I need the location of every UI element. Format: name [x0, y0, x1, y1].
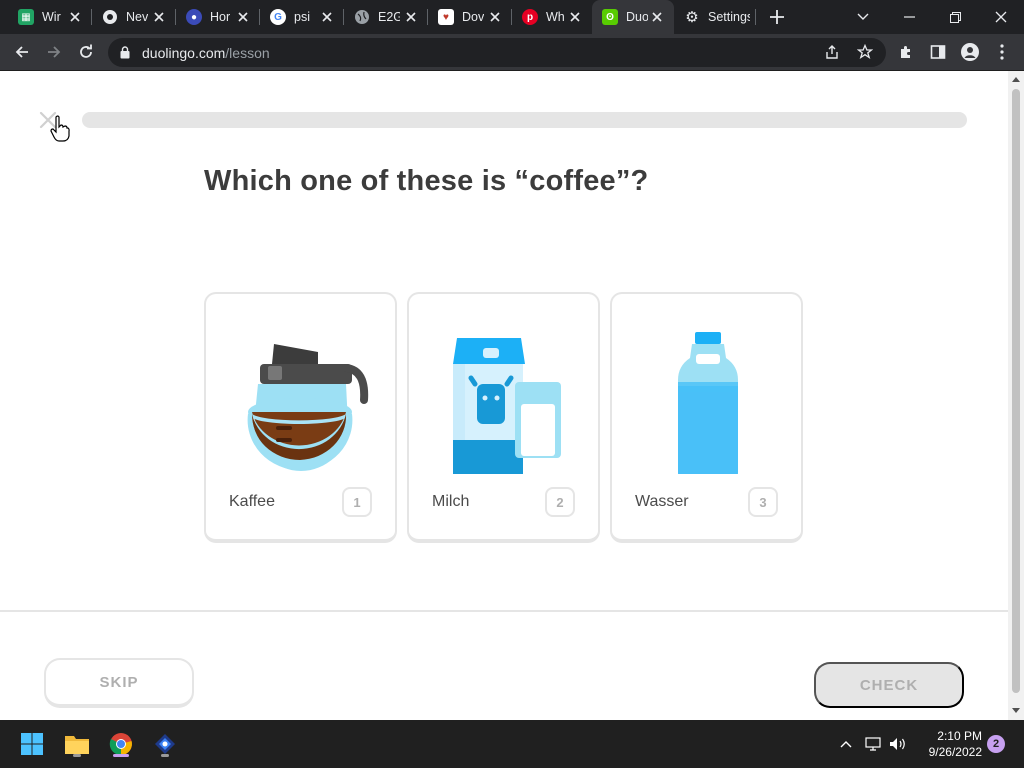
profile-avatar[interactable] — [958, 40, 982, 64]
choice-word: Milch — [432, 493, 470, 510]
clock-date: 9/26/2022 — [928, 745, 982, 759]
windows-taskbar: 2:10 PM 9/26/2022 2 — [0, 720, 1024, 768]
tab-0[interactable]: ▦ Wir — [8, 0, 92, 34]
google-icon: G — [270, 9, 286, 25]
lesson-page: Which one of these is “coffee”? Kaffee 1 — [0, 71, 1008, 720]
tab-title: Wh — [546, 10, 565, 24]
back-button[interactable] — [10, 40, 34, 64]
check-button[interactable]: CHECK — [814, 662, 964, 708]
forward-button[interactable] — [42, 40, 66, 64]
close-tab-icon[interactable] — [320, 10, 334, 24]
sheets-icon: ▦ — [18, 9, 34, 25]
choice-card-wasser[interactable]: Wasser 3 — [610, 292, 803, 543]
tab-title: Wir — [42, 10, 61, 24]
page-scrollbar[interactable] — [1008, 71, 1024, 720]
file-explorer-icon[interactable] — [61, 728, 93, 760]
coffee-pot-image — [206, 324, 395, 474]
globe-icon — [354, 9, 370, 25]
chrome-icon — [102, 9, 118, 25]
clock-time: 2:10 PM — [937, 729, 982, 743]
site-icon: ♥ — [438, 9, 454, 25]
lesson-progress-bar — [82, 112, 967, 128]
choice-word: Wasser — [635, 493, 689, 510]
tab-8[interactable]: ⚙ Settings — [674, 0, 756, 34]
address-bar[interactable]: duolingo.com/lesson — [108, 38, 886, 67]
volume-icon[interactable] — [888, 734, 908, 754]
close-tab-icon[interactable] — [68, 10, 82, 24]
browser-tab-strip: ▦ Wir Nev ● Hor G psi E2G ♥ Dov p Wh ʘ D… — [0, 0, 1024, 34]
app-taskbar-icon[interactable] — [149, 728, 181, 760]
scroll-down-arrow-icon[interactable] — [1012, 708, 1020, 713]
close-tab-icon[interactable] — [488, 10, 502, 24]
network-icon[interactable] — [864, 734, 882, 754]
close-tab-icon[interactable] — [404, 10, 418, 24]
side-panel-icon[interactable] — [926, 40, 950, 64]
footer-divider — [0, 610, 1008, 612]
chrome-taskbar-icon[interactable] — [105, 728, 137, 760]
gear-icon: ⚙ — [685, 9, 699, 26]
close-tab-icon[interactable] — [568, 10, 582, 24]
choice-shortcut-number: 1 — [342, 487, 372, 517]
site-icon: ● — [186, 9, 202, 25]
notification-badge[interactable]: 2 — [987, 735, 1005, 753]
minimize-button[interactable] — [886, 0, 932, 34]
close-window-button[interactable] — [978, 0, 1024, 34]
close-tab-icon[interactable] — [152, 10, 166, 24]
taskbar-indicator — [113, 754, 129, 757]
hand-cursor-icon — [50, 115, 70, 143]
tab-title: Settings — [708, 10, 750, 24]
restore-button[interactable] — [932, 0, 978, 34]
taskbar-indicator — [73, 754, 81, 757]
duolingo-icon: ʘ — [602, 9, 618, 25]
milk-carton-image — [409, 324, 598, 480]
choice-shortcut-number: 3 — [748, 487, 778, 517]
tab-title: Hor — [210, 10, 231, 24]
bookmark-star-icon[interactable] — [856, 43, 874, 65]
tab-4[interactable]: E2G — [344, 0, 428, 34]
tab-active[interactable]: ʘ Duo — [592, 0, 674, 34]
tab-1[interactable]: Nev — [92, 0, 176, 34]
taskbar-indicator — [161, 754, 169, 757]
scrollbar-thumb[interactable] — [1012, 89, 1020, 693]
water-bottle-image — [612, 324, 801, 484]
extensions-icon[interactable] — [894, 40, 918, 64]
choice-card-kaffee[interactable]: Kaffee 1 — [204, 292, 397, 543]
question-prompt: Which one of these is “coffee”? — [204, 165, 649, 197]
tab-2[interactable]: ● Hor — [176, 0, 260, 34]
lock-icon[interactable] — [120, 46, 130, 64]
url-text[interactable]: duolingo.com/lesson — [142, 45, 270, 61]
choice-word: Kaffee — [229, 493, 275, 510]
browser-toolbar: duolingo.com/lesson — [0, 34, 1024, 71]
tab-6[interactable]: p Wh — [512, 0, 592, 34]
tab-title: Duo — [626, 10, 648, 24]
tab-3[interactable]: G psi — [260, 0, 344, 34]
share-icon[interactable] — [824, 44, 840, 65]
url-domain: duolingo.com — [142, 45, 226, 61]
close-tab-icon[interactable] — [650, 10, 664, 24]
new-tab-button[interactable] — [766, 7, 788, 27]
tab-search-button[interactable] — [840, 0, 886, 34]
url-path: /lesson — [225, 45, 270, 61]
windows-start-icon[interactable] — [16, 728, 48, 760]
tab-title: E2G — [378, 10, 400, 24]
show-hidden-icons-chevron-icon[interactable] — [838, 734, 854, 754]
tab-5[interactable]: ♥ Dov — [428, 0, 512, 34]
choice-shortcut-number: 2 — [545, 487, 575, 517]
close-tab-icon[interactable] — [236, 10, 250, 24]
system-clock[interactable]: 2:10 PM 9/26/2022 — [912, 728, 982, 760]
tab-title: Nev — [126, 10, 148, 24]
scroll-up-arrow-icon[interactable] — [1012, 77, 1020, 82]
tab-title: Dov — [462, 10, 484, 24]
pinterest-icon: p — [522, 9, 538, 25]
menu-kebab-icon[interactable] — [990, 40, 1014, 64]
reload-button[interactable] — [74, 40, 98, 64]
tab-title: psi — [294, 10, 310, 24]
skip-button[interactable]: SKIP — [44, 658, 194, 708]
choice-card-milch[interactable]: Milch 2 — [407, 292, 600, 543]
